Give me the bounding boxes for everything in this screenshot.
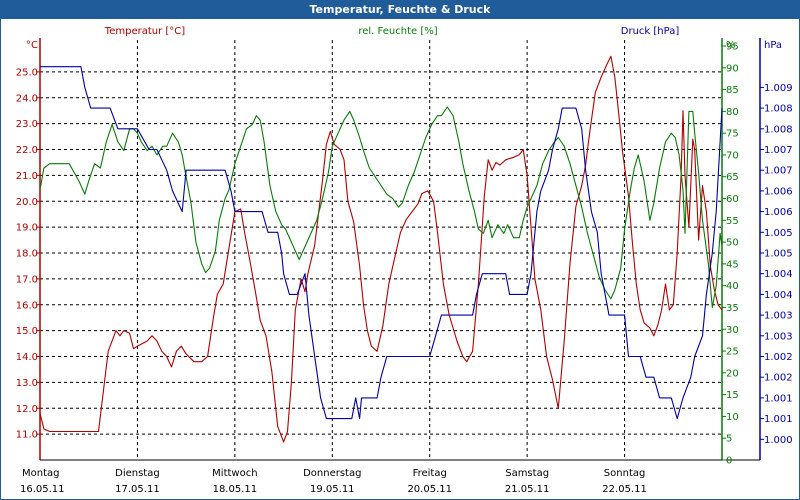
chart-axes (39, 38, 761, 461)
pressure-tick-label: 1.004 (764, 290, 793, 301)
pressure-unit-label: hPa (764, 40, 782, 51)
pressure-tick-label: 1.001 (764, 414, 793, 425)
x-tick-day: Mittwoch (212, 468, 257, 479)
x-tick-date: 22.05.11 (602, 484, 647, 495)
pressure-tick-label: 1.005 (764, 228, 793, 239)
pressure-tick-label: 1.005 (764, 249, 793, 260)
humidity-unit-label: % (726, 40, 736, 51)
temperature-tick-label: 12.0 (16, 404, 38, 415)
humidity-tick-label: 30 (726, 325, 739, 336)
temperature-tick-label: 19.0 (16, 223, 38, 234)
temperature-tick-label: 20.0 (16, 197, 38, 208)
humidity-tick-label: 50 (726, 238, 739, 249)
temperature-tick-label: 23.0 (16, 119, 38, 130)
pressure-tick-label: 1.003 (764, 311, 793, 322)
humidity-tick-label: 40 (726, 281, 739, 292)
temperature-tick-label: 25.0 (16, 67, 38, 78)
humidity-tick-label: 75 (726, 129, 739, 140)
x-tick-day: Freitag (413, 468, 447, 479)
x-tick-day: Samstag (505, 468, 549, 479)
humidity-tick-label: 15 (726, 390, 739, 401)
pressure-tick-label: 1.007 (764, 145, 793, 156)
humidity-tick-label: 60 (726, 194, 739, 205)
humidity-tick-label: 45 (726, 259, 739, 270)
x-tick-day: Sonntag (604, 468, 646, 479)
pressure-tick-label: 1.002 (764, 352, 793, 363)
temperature-tick-label: 24.0 (16, 93, 38, 104)
pressure-tick-label: 1.006 (764, 186, 793, 197)
temperature-tick-label: 21.0 (16, 171, 38, 182)
x-tick-day: Dienstag (115, 468, 160, 479)
humidity-tick-label: 70 (726, 150, 739, 161)
humidity-tick-label: 85 (726, 85, 739, 96)
temperature-unit-label: °C (26, 40, 38, 51)
humidity-tick-label: 35 (726, 303, 739, 314)
pressure-tick-label: 1.003 (764, 331, 793, 342)
humidity-tick-label: 80 (726, 107, 739, 118)
temperature-tick-label: 13.0 (16, 378, 38, 389)
x-tick-day: Donnerstag (303, 468, 361, 479)
pressure-tick-label: 1.008 (764, 124, 793, 135)
temperature-tick-label: 11.0 (16, 430, 38, 441)
x-tick-date: 17.05.11 (115, 484, 160, 495)
humidity-tick-label: 65 (726, 172, 739, 183)
temperature-tick-label: 17.0 (16, 274, 38, 285)
temperature-tick-label: 14.0 (16, 352, 38, 363)
humidity-tick-label: 20 (726, 368, 739, 379)
pressure-tick-label: 1.006 (764, 207, 793, 218)
humidity-axis-label: rel. Feuchte [%] (358, 26, 437, 37)
pressure-tick-label: 1.007 (764, 166, 793, 177)
humidity-tick-label: 10 (726, 412, 739, 423)
pressure-tick-label: 1.009 (764, 83, 793, 94)
x-tick-date: 19.05.11 (310, 484, 355, 495)
x-tick-date: 21.05.11 (505, 484, 550, 495)
pressure-axis-label: Druck [hPa] (621, 26, 680, 37)
temperature-tick-label: 16.0 (16, 300, 38, 311)
chart-labels: Temperatur [°C] rel. Feuchte [%] Druck [hP… (26, 26, 782, 51)
x-tick-day: Montag (22, 468, 59, 479)
x-tick-date: 20.05.11 (407, 484, 452, 495)
temperature-axis-label: Temperatur [°C] (104, 26, 185, 37)
chart-grid (40, 40, 722, 460)
temperature-tick-label: 18.0 (16, 249, 38, 260)
pressure-tick-label: 1.000 (764, 435, 793, 446)
chart-series (39, 55, 723, 443)
temperature-series-line (39, 55, 723, 443)
pressure-tick-label: 1.001 (764, 393, 793, 404)
pressure-tick-label: 1.008 (764, 104, 793, 115)
temperature-tick-label: 15.0 (16, 326, 38, 337)
chart-canvas: 11.0 12.0 13.0 14.0 15.0 16.0 17.0 18.0 19.0 20.0… (16, 26, 793, 495)
humidity-tick-label: 5 (726, 434, 732, 445)
pressure-tick-label: 1.002 (764, 373, 793, 384)
humidity-tick-label: 25 (726, 347, 739, 358)
x-tick-date: 18.05.11 (213, 484, 258, 495)
humidity-tick-label: 55 (726, 216, 739, 227)
temperature-tick-label: 22.0 (16, 145, 38, 156)
pressure-tick-label: 1.004 (764, 269, 793, 280)
x-tick-date: 16.05.11 (20, 484, 65, 495)
humidity-tick-label: 90 (726, 63, 739, 74)
humidity-tick-label: 0 (726, 456, 732, 467)
